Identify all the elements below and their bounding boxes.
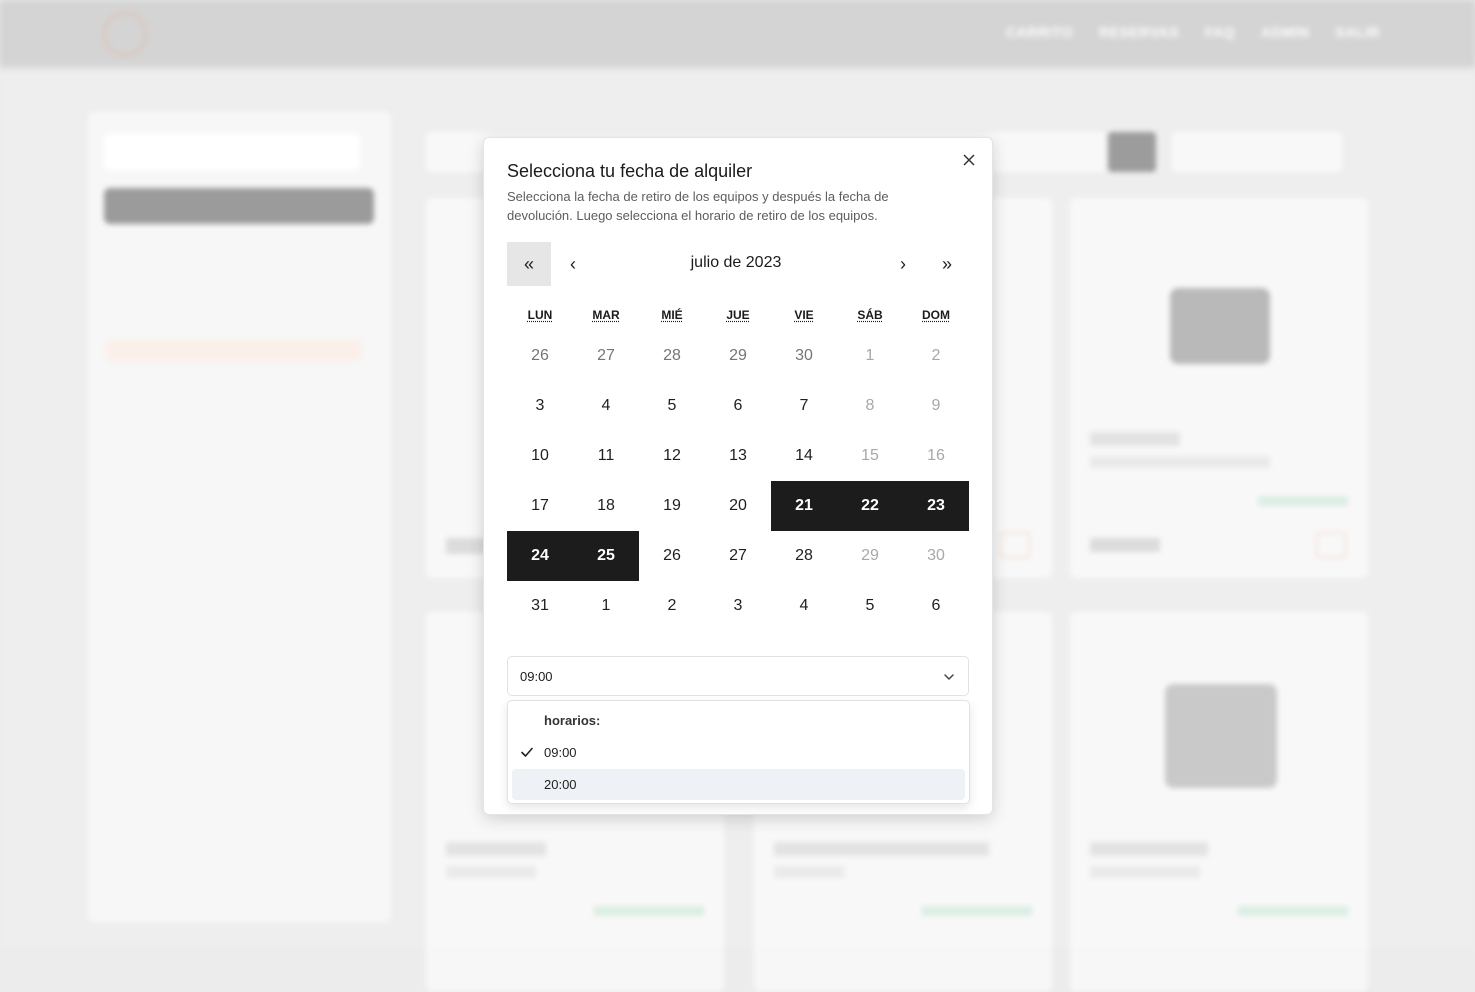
calendar-day-neighbor[interactable]: 3 (705, 581, 771, 631)
weekday-label: JUE (726, 308, 750, 322)
pickup-time-value: 09:00 (520, 669, 553, 684)
calendar-day[interactable]: 5 (639, 381, 705, 431)
calendar-days-grid: 26 27 28 29 30 1 2 3 4 5 6 7 8 9 10 11 1… (507, 331, 969, 631)
calendar-day[interactable]: 28 (771, 531, 837, 581)
calendar-day[interactable]: 19 (639, 481, 705, 531)
check-icon (521, 747, 533, 757)
next-month-button[interactable]: › (881, 242, 925, 286)
calendar-day-selected[interactable]: 22 (837, 481, 903, 531)
prev-month-button[interactable]: ‹ (551, 242, 595, 286)
calendar-day-weekend[interactable]: 9 (903, 381, 969, 431)
calendar-day-neighbor[interactable]: 6 (903, 581, 969, 631)
calendar-day-selected[interactable]: 25 (573, 531, 639, 581)
weekday-label: MAR (592, 308, 620, 322)
calendar-day[interactable]: 6 (705, 381, 771, 431)
calendar-day-neighbor[interactable]: 30 (771, 331, 837, 381)
weekday-label: DOM (922, 308, 950, 322)
calendar-day[interactable]: 17 (507, 481, 573, 531)
weekday-label: VIE (794, 308, 814, 322)
weekday-label: LUN (527, 308, 553, 322)
calendar-day-neighbor[interactable]: 28 (639, 331, 705, 381)
time-option-label: 20:00 (544, 777, 577, 792)
weekday-label: SÁB (857, 308, 883, 322)
calendar-navigation: « ‹ julio de 2023 › » (507, 242, 969, 286)
calendar-day-weekend[interactable]: 16 (903, 431, 969, 481)
calendar-day[interactable]: 12 (639, 431, 705, 481)
time-option-label: 09:00 (544, 745, 577, 760)
modal-description: Selecciona la fecha de retiro de los equ… (507, 189, 889, 223)
weekday-label: MIÉ (661, 308, 683, 322)
calendar-day[interactable]: 20 (705, 481, 771, 531)
calendar-day-neighbor[interactable]: 29 (705, 331, 771, 381)
close-button[interactable] (958, 149, 980, 171)
calendar-day[interactable]: 11 (573, 431, 639, 481)
calendar-day-weekend[interactable]: 2 (903, 331, 969, 381)
calendar-day-neighbor[interactable]: 1 (573, 581, 639, 631)
pickup-time-select[interactable]: 09:00 (507, 656, 969, 696)
calendar-day[interactable]: 13 (705, 431, 771, 481)
next-year-button[interactable]: » (925, 242, 969, 286)
dropdown-group-label: horarios: (544, 713, 601, 728)
calendar-day[interactable]: 26 (639, 531, 705, 581)
calendar-day[interactable]: 18 (573, 481, 639, 531)
calendar-day[interactable]: 3 (507, 381, 573, 431)
calendar-day[interactable]: 7 (771, 381, 837, 431)
modal-title: Selecciona tu fecha de alquiler (507, 161, 753, 181)
prev-year-button[interactable]: « (507, 242, 551, 286)
calendar-day-neighbor[interactable]: 2 (639, 581, 705, 631)
calendar-day[interactable]: 4 (573, 381, 639, 431)
calendar-day-neighbor[interactable]: 27 (573, 331, 639, 381)
calendar-day-selected[interactable]: 23 (903, 481, 969, 531)
calendar-day-selected[interactable]: 21 (771, 481, 837, 531)
calendar-day-neighbor[interactable]: 4 (771, 581, 837, 631)
weekday-header: LUN MAR MIÉ JUE VIE SÁB DOM (507, 308, 969, 322)
calendar-day-neighbor[interactable]: 26 (507, 331, 573, 381)
calendar-day[interactable]: 27 (705, 531, 771, 581)
chevron-down-icon (944, 674, 954, 680)
month-label[interactable]: julio de 2023 (595, 254, 877, 272)
close-icon (963, 154, 975, 166)
time-option-2000[interactable]: 20:00 (512, 769, 965, 800)
time-option-0900[interactable]: 09:00 (512, 737, 965, 768)
calendar-day[interactable]: 14 (771, 431, 837, 481)
calendar-day-weekend[interactable]: 1 (837, 331, 903, 381)
calendar-day-weekend[interactable]: 8 (837, 381, 903, 431)
calendar-day-selected[interactable]: 24 (507, 531, 573, 581)
calendar-day[interactable]: 10 (507, 431, 573, 481)
calendar-day-weekend[interactable]: 29 (837, 531, 903, 581)
calendar-day[interactable]: 31 (507, 581, 573, 631)
time-dropdown-menu: horarios: 09:00 20:00 (507, 700, 970, 804)
calendar-day-weekend[interactable]: 15 (837, 431, 903, 481)
calendar-day-weekend[interactable]: 30 (903, 531, 969, 581)
calendar-day-neighbor[interactable]: 5 (837, 581, 903, 631)
